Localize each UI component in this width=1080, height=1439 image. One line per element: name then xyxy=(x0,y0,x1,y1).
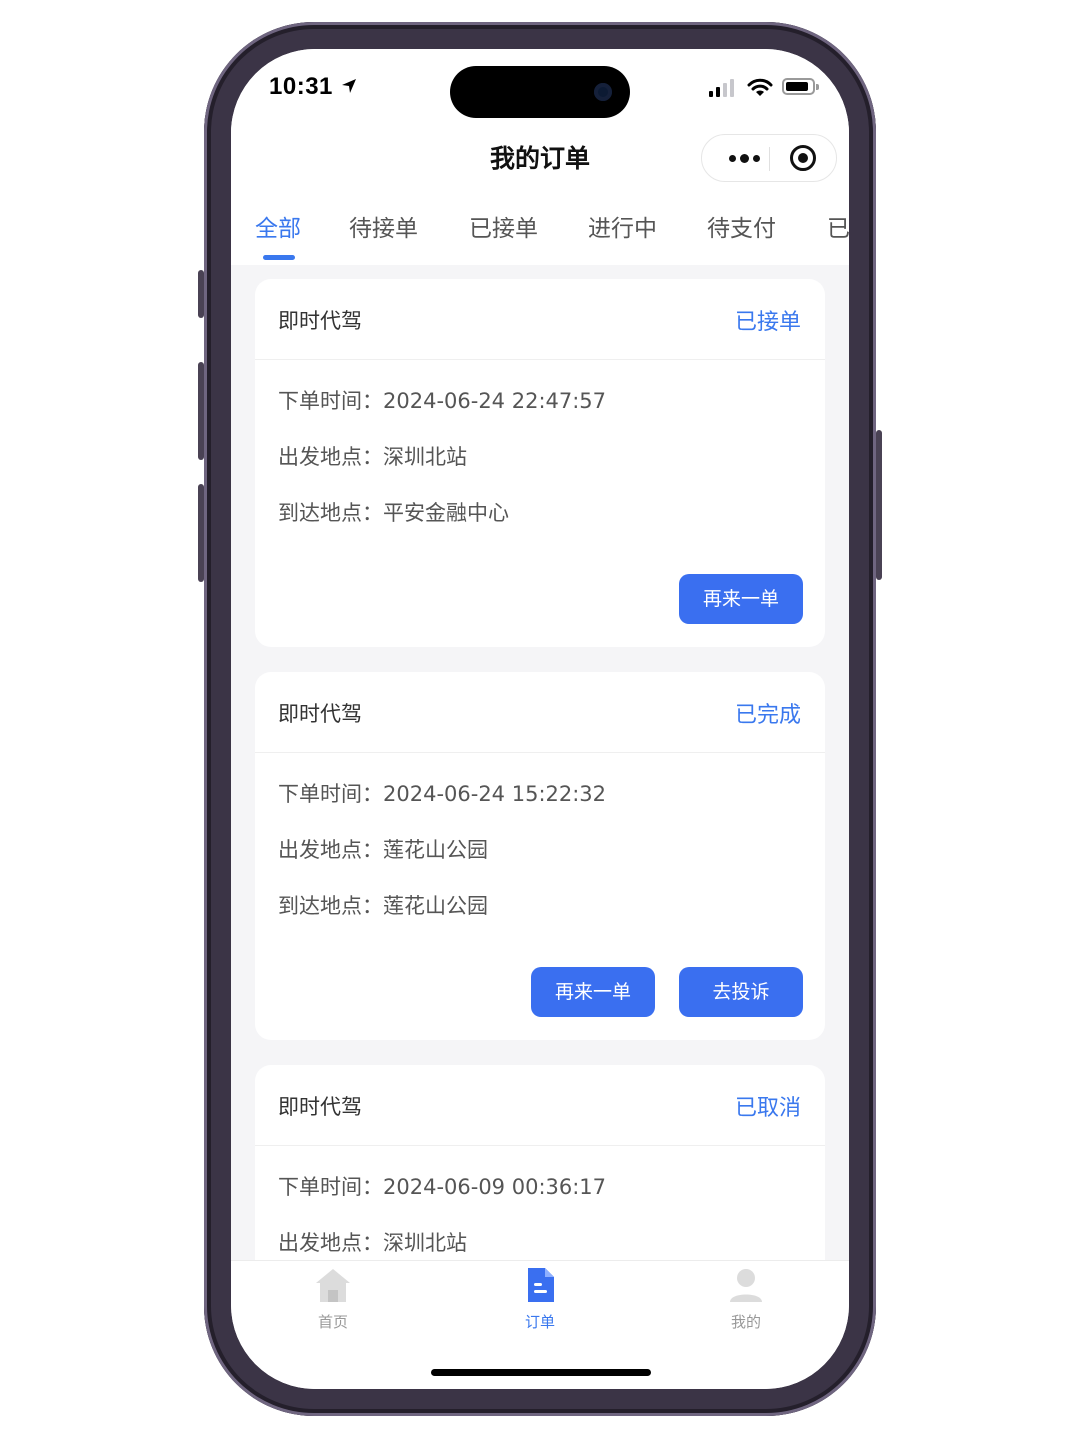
dot-icon xyxy=(752,154,760,162)
power-button xyxy=(876,430,882,580)
tabbar-home[interactable]: 首页 xyxy=(283,1265,383,1332)
tab-pending-payment[interactable]: 待支付 xyxy=(707,209,776,243)
profile-icon xyxy=(730,1269,762,1302)
departure-label: 出发地点： xyxy=(278,1231,383,1255)
departure-value: 深圳北站 xyxy=(383,445,467,469)
order-card-header: 即时代驾 已完成 xyxy=(255,672,825,753)
order-status: 已取消 xyxy=(734,1096,801,1121)
order-card[interactable]: 即时代驾 已完成 下单时间：2024-06-24 15:22:32 出发地点：莲… xyxy=(255,672,825,1040)
order-status: 已接单 xyxy=(734,310,801,335)
order-time-label: 下单时间： xyxy=(278,782,383,806)
departure-value: 深圳北站 xyxy=(383,1231,467,1255)
order-time-row: 下单时间：2024-06-24 15:22:32 xyxy=(278,778,606,808)
order-type: 即时代驾 xyxy=(278,1095,362,1119)
order-time-row: 下单时间：2024-06-09 00:36:17 xyxy=(278,1171,606,1201)
location-arrow-icon xyxy=(342,79,356,93)
order-card-header: 即时代驾 已接单 xyxy=(255,279,825,360)
tab-accepted[interactable]: 已接单 xyxy=(469,209,538,243)
cellular-signal-icon xyxy=(709,79,734,97)
order-type: 即时代驾 xyxy=(278,309,362,333)
battery-icon xyxy=(782,78,819,95)
tab-in-progress[interactable]: 进行中 xyxy=(588,209,657,243)
order-time-row: 下单时间：2024-06-24 22:47:57 xyxy=(278,385,606,415)
departure-label: 出发地点： xyxy=(278,445,383,469)
wifi-icon xyxy=(747,78,773,96)
destination-value: 平安金融中心 xyxy=(383,501,509,525)
order-card[interactable]: 即时代驾 已接单 下单时间：2024-06-24 22:47:57 出发地点：深… xyxy=(255,279,825,647)
tab-pending-accept[interactable]: 待接单 xyxy=(349,209,418,243)
destination-label: 到达地点： xyxy=(278,501,383,525)
phone-screen: 10:31 我的订单 全部 待接单 已接单 进行中 待支付 已 即时代驾 已接单… xyxy=(231,49,849,1389)
order-time-value: 2024-06-24 22:47:57 xyxy=(383,389,607,413)
reorder-button[interactable]: 再来一单 xyxy=(531,967,655,1017)
order-status: 已完成 xyxy=(734,703,801,728)
more-options-button[interactable] xyxy=(720,135,768,181)
order-time-label: 下单时间： xyxy=(278,1175,383,1199)
order-document-icon xyxy=(528,1268,554,1302)
tabbar-orders[interactable]: 订单 xyxy=(490,1265,590,1332)
destination-value: 莲花山公园 xyxy=(383,894,488,918)
departure-row: 出发地点：莲花山公园 xyxy=(278,834,488,864)
volume-down-button xyxy=(198,484,204,582)
dot-icon xyxy=(728,154,736,162)
camera-icon xyxy=(594,83,612,101)
order-time-label: 下单时间： xyxy=(278,389,383,413)
order-type: 即时代驾 xyxy=(278,702,362,726)
home-icon xyxy=(316,1269,350,1302)
departure-label: 出发地点： xyxy=(278,838,383,862)
home-indicator xyxy=(431,1369,651,1376)
tab-more[interactable]: 已 xyxy=(827,209,849,243)
close-miniprogram-icon[interactable] xyxy=(790,145,816,171)
destination-row: 到达地点：莲花山公园 xyxy=(278,890,488,920)
dot-icon xyxy=(739,153,749,163)
order-time-value: 2024-06-09 00:36:17 xyxy=(383,1175,607,1199)
departure-row: 出发地点：深圳北站 xyxy=(278,1227,467,1257)
departure-value: 莲花山公园 xyxy=(383,838,488,862)
order-time-value: 2024-06-24 15:22:32 xyxy=(383,782,607,806)
order-list[interactable]: 即时代驾 已接单 下单时间：2024-06-24 22:47:57 出发地点：深… xyxy=(231,265,849,1260)
status-time: 10:31 xyxy=(269,73,333,100)
tabbar-orders-label: 订单 xyxy=(524,1313,555,1331)
capsule-divider xyxy=(769,147,770,171)
tabbar-mine[interactable]: 我的 xyxy=(696,1265,796,1332)
destination-row: 到达地点：平安金融中心 xyxy=(278,497,509,527)
tab-all[interactable]: 全部 xyxy=(255,209,301,243)
reorder-button[interactable]: 再来一单 xyxy=(679,574,803,624)
dynamic-island xyxy=(450,66,630,118)
order-card-header: 即时代驾 已取消 xyxy=(255,1065,825,1146)
volume-up-button xyxy=(198,362,204,460)
tabbar-home-label: 首页 xyxy=(317,1313,348,1331)
nav-bar: 我的订单 xyxy=(231,129,849,189)
destination-label: 到达地点： xyxy=(278,894,383,918)
action-button xyxy=(198,270,204,318)
complain-button[interactable]: 去投诉 xyxy=(679,967,803,1017)
tabbar-mine-label: 我的 xyxy=(730,1313,761,1331)
order-status-tabs: 全部 待接单 已接单 进行中 待支付 已 xyxy=(231,189,849,265)
departure-row: 出发地点：深圳北站 xyxy=(278,441,467,471)
active-tab-indicator xyxy=(263,255,295,260)
miniprogram-capsule xyxy=(701,134,837,182)
order-card[interactable]: 即时代驾 已取消 下单时间：2024-06-09 00:36:17 出发地点：深… xyxy=(255,1065,825,1260)
